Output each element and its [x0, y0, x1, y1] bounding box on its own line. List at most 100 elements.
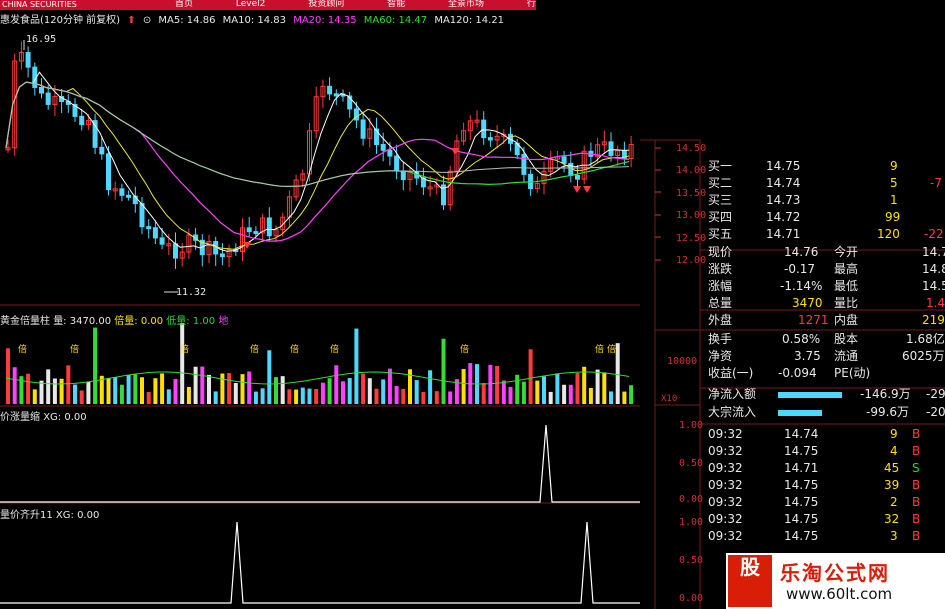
- volume-bar: [320, 382, 325, 404]
- volume-bar: [66, 365, 71, 404]
- candle: [521, 154, 527, 175]
- volume-bar: [6, 348, 10, 404]
- volume-bar: [434, 391, 439, 404]
- bei-volume-value: 倍量: 0.00: [114, 316, 164, 327]
- stat-row: 外盘 1271 内盘 219: [708, 313, 945, 327]
- candle: [380, 143, 386, 151]
- watermark-url: www.60lt.com: [786, 585, 893, 603]
- volume-bar: [448, 391, 453, 404]
- volume-bar: [535, 380, 540, 404]
- volume-bar: [341, 381, 345, 404]
- stat-row: 涨跌 -0.17 最高 14.8: [708, 262, 945, 276]
- ma120-line: [5, 81, 630, 187]
- candle: [360, 119, 366, 139]
- tick-row: 09:32 14.75 32 B: [708, 512, 921, 526]
- candle: [92, 120, 98, 148]
- watermark-site-name: 乐淘公式网: [780, 561, 890, 585]
- volume-bar: [595, 369, 600, 404]
- indicator2-name[interactable]: 量价齐升11: [0, 510, 53, 521]
- volume-bar: [300, 387, 305, 404]
- volume-bar: [421, 391, 426, 404]
- volume-bar: [307, 388, 312, 404]
- volume-bar: [588, 387, 593, 404]
- candle: [387, 149, 393, 157]
- volume-bar: [381, 379, 386, 404]
- bid-row: 买三 14.73 1: [708, 193, 898, 207]
- candle: [79, 115, 85, 126]
- bid-row: 买四 14.72 99: [708, 210, 901, 224]
- stat-row: 换手 0.58% 股本 1.68亿: [708, 332, 945, 346]
- candle: [481, 119, 487, 139]
- volume-bar: [86, 381, 91, 404]
- flow-row: 净流入额 -146.9万 -29: [708, 387, 945, 401]
- volume-bar: [609, 391, 613, 404]
- volume-bar: [186, 386, 191, 404]
- flow-bar: [778, 410, 822, 416]
- volume-bar: [515, 374, 520, 404]
- volume-bar: [441, 338, 446, 404]
- volume-indicator-name[interactable]: 黄金倍量柱: [0, 316, 50, 327]
- volume-value: 量: 3470.00: [53, 316, 112, 327]
- volume-marker-label: 倍: [70, 343, 79, 355]
- volume-bar: [46, 369, 51, 404]
- stat-row: 净资 3.75 流通 6025万: [708, 349, 945, 363]
- volume-bar: [280, 376, 285, 404]
- flow-bar: [778, 392, 842, 398]
- candle: [246, 227, 252, 233]
- volume-bar: [153, 378, 158, 404]
- volume-bar: [361, 373, 366, 404]
- candle: [266, 217, 272, 237]
- candle: [99, 146, 105, 155]
- volume-bar: [59, 378, 64, 404]
- volume-bar: [146, 391, 151, 404]
- indicator1-line: [0, 424, 640, 503]
- volume-bar: [113, 377, 118, 404]
- ma10-line: [5, 81, 630, 250]
- volume-bar: [428, 370, 433, 404]
- volume-bar: [575, 372, 580, 404]
- candle: [139, 203, 145, 228]
- signal-arrow-icon: [583, 186, 591, 193]
- candle: [159, 237, 165, 245]
- volume-bar: [260, 388, 265, 404]
- tick-row: 09:32 14.75 39 B: [708, 478, 921, 492]
- bid-row: 买一 14.75 9: [708, 159, 898, 173]
- volume-bar: [629, 385, 634, 404]
- volume-bar: [347, 378, 352, 404]
- site-watermark: 股 乐淘公式网 www.60lt.com: [726, 553, 945, 609]
- volume-bar: [180, 323, 185, 404]
- candle: [253, 231, 259, 235]
- volume-bar: [73, 384, 77, 404]
- volume-bar: [521, 381, 526, 404]
- volume-bar: [401, 388, 406, 404]
- quote-panel: 买一 14.75 9 买二 14.74 5 -7 买三 14.73 1 买四 14.72 99 买…: [700, 140, 945, 609]
- indicator1-name[interactable]: 价涨量缩: [0, 412, 40, 423]
- tick-row: 09:32 14.75 4 B: [708, 444, 921, 458]
- volume-bar: [501, 380, 506, 404]
- tick-row: 09:32 14.71 45 S: [708, 461, 920, 475]
- volume-multiplier: X10: [661, 394, 678, 404]
- volume-bar: [193, 366, 198, 404]
- candle: [608, 141, 614, 156]
- volume-bar: [327, 378, 332, 404]
- volume-bar: [207, 374, 211, 404]
- volume-bar: [253, 391, 258, 404]
- tick-row: 09:32 14.75 3 B: [708, 529, 921, 543]
- volume-bar: [294, 389, 299, 404]
- volume-bar: [166, 389, 171, 404]
- volume-bar: [548, 391, 553, 404]
- candle: [126, 194, 132, 198]
- volume-bar: [247, 371, 252, 404]
- volume-indicator-header: 黄金倍量柱 量: 3470.00 倍量: 0.00 低量: 1.00 地: [0, 312, 228, 327]
- volume-bar: [274, 377, 278, 404]
- candle: [119, 188, 125, 196]
- volume-bar: [495, 365, 500, 404]
- volume-marker-label: 倍: [180, 343, 189, 355]
- candle: [25, 52, 31, 68]
- candle: [333, 93, 339, 97]
- volume-bar: [12, 367, 17, 404]
- volume-bar: [528, 349, 533, 404]
- ma20-line: [5, 81, 630, 242]
- volume-bar: [488, 364, 493, 404]
- volume-bar: [173, 379, 178, 404]
